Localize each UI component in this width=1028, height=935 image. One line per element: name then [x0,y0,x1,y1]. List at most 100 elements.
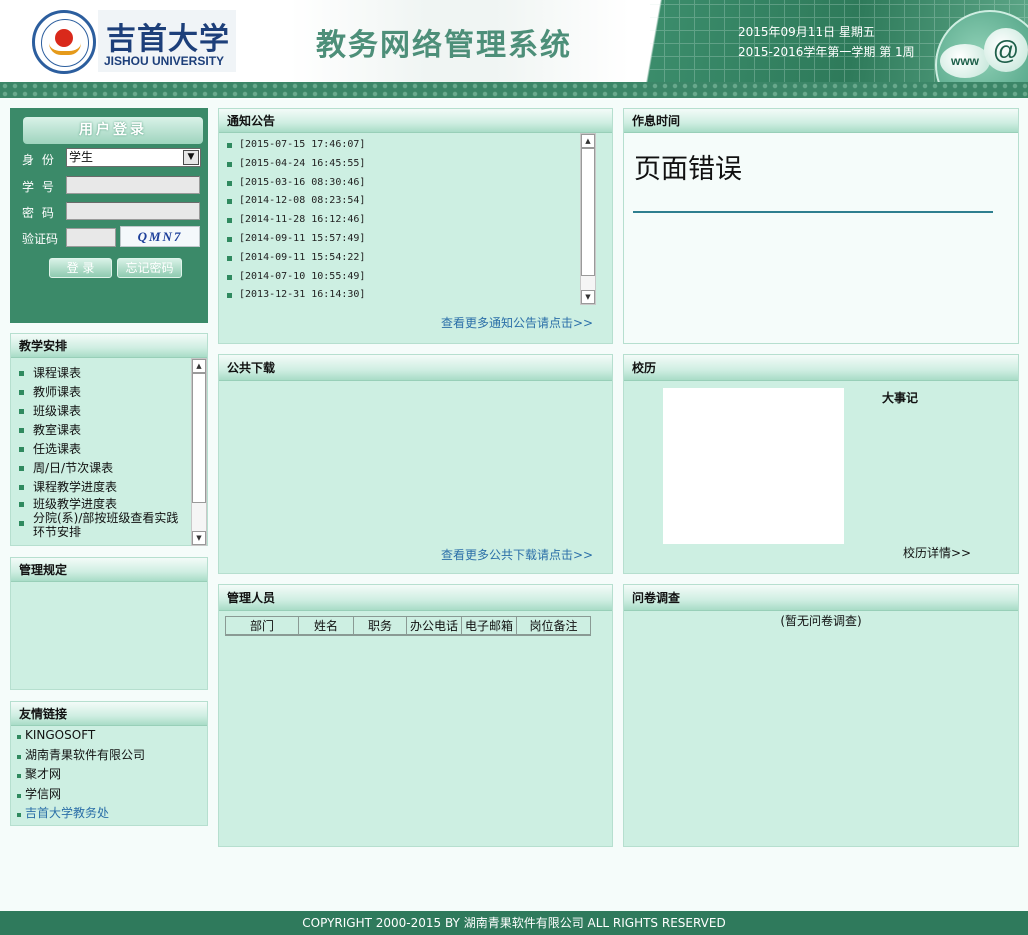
bullet-icon [19,521,24,526]
teaching-item[interactable]: 教室课表 [11,421,191,440]
teaching-panel: 教学安排 课程课表 教师课表 班级课表 教室课表 任选课表 周/日/节次课表 课… [10,333,208,546]
managers-panel: 管理人员 部门 姓名 职务 办公电话 电子邮箱 岗位备注 [218,584,613,847]
bullet-icon [227,255,232,261]
identity-value: 学生 [69,150,94,164]
bullet-icon [227,293,232,299]
scroll-down-icon[interactable]: ▼ [192,531,206,545]
current-term: 2015-2016学年第一学期 第 1周 [738,45,915,59]
chevron-down-icon[interactable]: ▼ [183,150,199,165]
header-stripe [0,82,1028,98]
scroll-up-icon[interactable]: ▲ [192,359,206,373]
footer-copyright: COPYRIGHT 2000-2015 BY 湖南青果软件有限公司 ALL RI… [0,911,1028,935]
friend-link[interactable]: KINGOSOFT [11,726,207,746]
teaching-item[interactable]: 班级教学进度表 [11,497,191,511]
logo-cn: 吉首大学 [106,22,230,57]
logo-text: 吉首大学 JISHOU UNIVERSITY [98,10,236,72]
notice-item[interactable]: [2015-07-15 17:46:07] [219,136,579,155]
bullet-icon [227,180,232,186]
calendar-panel: 校历 大事记 校历详情>> [623,354,1019,574]
teaching-item[interactable]: 教师课表 [11,383,191,402]
login-title: 用户登录 [23,117,203,144]
identity-label: 身 份 [22,153,56,167]
notice-item[interactable]: [2015-03-16 08:30:46] [219,174,579,193]
bullet-icon [19,502,24,507]
university-seal-icon [32,10,96,74]
teaching-item[interactable]: 课程课表 [11,364,191,383]
captcha-input[interactable] [66,228,116,247]
header: 吉首大学 JISHOU UNIVERSITY 教务网络管理系统 www @ 20… [0,0,1028,82]
managers-title: 管理人员 [219,585,612,611]
logo-en: JISHOU UNIVERSITY [104,54,225,68]
password-label: 密 码 [22,206,56,220]
identity-select[interactable]: 学生 ▼ [66,148,201,167]
bullet-icon [17,754,21,759]
events-title: 大事记 [882,391,919,405]
notices-scrollbar[interactable]: ▲ ▼ [580,133,596,305]
bullet-icon [17,813,21,817]
notice-item[interactable]: [2014-07-10 10:55:49] [219,268,579,287]
teaching-title: 教学安排 [11,334,207,358]
captcha-image[interactable]: QMN7 [120,226,200,247]
teaching-item[interactable]: 周/日/节次课表 [11,459,191,478]
column-header: 办公电话 [406,616,462,636]
friend-link[interactable]: 聚才网 [11,765,207,785]
scroll-down-icon[interactable]: ▼ [581,290,595,304]
downloads-more-link[interactable]: 查看更多公共下载请点击>> [441,546,593,563]
schedule-title: 作息时间 [624,109,1018,133]
calendar-details-link[interactable]: 校历详情>> [903,544,971,561]
notices-more-link[interactable]: 查看更多通知公告请点击>> [441,314,593,331]
notice-item[interactable]: [2014-11-28 16:12:46] [219,211,579,230]
friend-links-title: 友情链接 [11,702,207,726]
teaching-item[interactable]: 任选课表 [11,440,191,459]
bullet-icon [19,409,24,414]
friend-link[interactable]: 学信网 [11,785,207,805]
column-header: 部门 [225,616,299,636]
divider [633,211,993,213]
header-decoration: www @ 2015年09月11日 星期五 2015-2016学年第一学期 第 … [640,0,1028,82]
friend-link[interactable]: 湖南青果软件有限公司 [11,746,207,766]
teaching-scrollbar[interactable]: ▲ ▼ [191,358,207,546]
column-header: 姓名 [298,616,354,636]
notice-item[interactable]: [2014-09-11 15:54:22] [219,249,579,268]
notices-title: 通知公告 [219,109,612,133]
scroll-thumb[interactable] [192,373,206,503]
teaching-item[interactable]: 课程教学进度表 [11,478,191,497]
teaching-item[interactable]: 班级课表 [11,402,191,421]
login-button[interactable]: 登 录 [49,258,112,278]
downloads-panel: 公共下载 查看更多公共下载请点击>> [218,354,613,574]
rules-title: 管理规定 [11,558,207,582]
student-id-input[interactable] [66,176,200,194]
column-header: 岗位备注 [516,616,591,636]
notices-panel: 通知公告 [2015-07-15 17:46:07] [2015-04-24 1… [218,108,613,344]
student-id-label: 学 号 [22,180,56,194]
bullet-icon [227,199,232,205]
friend-link[interactable]: 吉首大学教务处 [11,804,207,824]
university-logo: 吉首大学 JISHOU UNIVERSITY [28,8,238,74]
page-error-text: 页面错误 [634,154,742,185]
system-title: 教务网络管理系统 [316,28,572,63]
friend-links-list: KINGOSOFT 湖南青果软件有限公司 聚才网 学信网 吉首大学教务处 [11,726,207,824]
bullet-icon [19,371,24,376]
forgot-password-button[interactable]: 忘记密码 [117,258,182,278]
notice-item[interactable]: [2015-04-24 16:45:55] [219,155,579,174]
notice-item[interactable]: [2014-09-11 15:57:49] [219,230,579,249]
rules-panel: 管理规定 [10,557,208,690]
bullet-icon [227,143,232,148]
notices-list: [2015-07-15 17:46:07] [2015-04-24 16:45:… [219,136,579,305]
teaching-item[interactable]: 分院(系)/部按班级查看实践环节安排 [11,511,189,541]
survey-title: 问卷调查 [624,585,1018,611]
bullet-icon [227,161,232,167]
column-header: 职务 [353,616,407,636]
notice-item[interactable]: [2013-12-31 16:14:30] [219,286,579,305]
current-date: 2015年09月11日 星期五 [738,25,875,39]
password-input[interactable] [66,202,200,220]
scroll-up-icon[interactable]: ▲ [581,134,595,148]
captcha-label: 验证码 [22,232,59,246]
schedule-panel: 作息时间 页面错误 [623,108,1019,344]
downloads-title: 公共下载 [219,355,612,381]
notice-item[interactable]: [2014-12-08 08:23:54] [219,192,579,211]
bullet-icon [17,793,21,798]
friend-links-panel: 友情链接 KINGOSOFT 湖南青果软件有限公司 聚才网 学信网 吉首大学教务… [10,701,208,826]
managers-table: 部门 姓名 职务 办公电话 电子邮箱 岗位备注 [225,616,591,636]
scroll-thumb[interactable] [581,148,595,276]
